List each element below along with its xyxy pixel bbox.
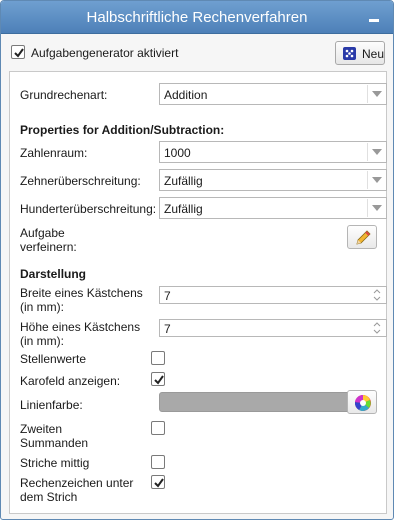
collapse-button[interactable] bbox=[365, 7, 383, 27]
generator-checkbox[interactable] bbox=[11, 45, 25, 59]
color-wheel-icon bbox=[354, 394, 371, 411]
stellenwerte-checkbox[interactable] bbox=[151, 351, 165, 365]
chevron-down-icon bbox=[367, 85, 385, 103]
chevron-down-icon bbox=[367, 171, 385, 189]
generator-label: Aufgabengenerator aktiviert bbox=[31, 46, 179, 60]
breite-spinner[interactable]: 7 bbox=[159, 286, 387, 304]
karofeld-label: Karofeld anzeigen: bbox=[20, 374, 121, 388]
zahlenraum-select[interactable]: 1000 bbox=[159, 141, 387, 163]
spin-arrows-icon bbox=[369, 287, 385, 303]
new-task-button[interactable]: Neu bbox=[335, 41, 385, 65]
hoehe-value: 7 bbox=[164, 322, 171, 336]
checkmark-icon bbox=[154, 375, 164, 385]
properties-heading: Properties for Addition/Subtraction: bbox=[20, 123, 225, 137]
zehner-select[interactable]: Zufällig bbox=[159, 169, 387, 191]
color-picker-button[interactable] bbox=[347, 390, 377, 414]
line-color-field[interactable] bbox=[159, 392, 351, 412]
hoehe-label: Höhe eines Kästchens (in mm): bbox=[20, 320, 141, 348]
zahlenraum-value: 1000 bbox=[164, 146, 191, 160]
zweiten-label: Zweiten Summanden bbox=[20, 422, 89, 450]
zehner-value: Zufällig bbox=[164, 174, 203, 188]
dice-icon bbox=[343, 47, 356, 60]
grundrechenart-select[interactable]: Addition bbox=[159, 83, 387, 105]
verfeinern-label: Aufgabe verfeinern: bbox=[20, 226, 77, 254]
darstellung-heading: Darstellung bbox=[20, 267, 87, 281]
new-button-label: Neu bbox=[362, 47, 385, 61]
breite-label: Breite eines Kästchens (in mm): bbox=[20, 286, 143, 314]
zehner-label: Zehnerüberschreitung: bbox=[20, 174, 141, 188]
chevron-down-icon bbox=[367, 143, 385, 161]
title-bar: Halbschriftliche Rechenverfahren bbox=[1, 1, 393, 34]
linienfarbe-label: Linienfarbe: bbox=[20, 398, 83, 412]
stellenwerte-label: Stellenwerte bbox=[20, 352, 87, 366]
grundrechenart-value: Addition bbox=[164, 88, 208, 102]
hoehe-spinner[interactable]: 7 bbox=[159, 319, 387, 337]
minus-icon bbox=[369, 19, 379, 22]
widget-panel: Halbschriftliche Rechenverfahren Aufgabe… bbox=[0, 0, 394, 520]
settings-area: Grundrechenart: Addition Properties for … bbox=[9, 71, 387, 514]
hunderter-value: Zufällig bbox=[164, 202, 203, 216]
zahlenraum-label: Zahlenraum: bbox=[20, 146, 88, 160]
checkmark-icon bbox=[154, 478, 164, 488]
pencil-icon bbox=[356, 230, 371, 245]
spin-arrows-icon bbox=[369, 320, 385, 336]
breite-value: 7 bbox=[164, 289, 171, 303]
hunderter-label: Hunderterüberschreitung: bbox=[20, 202, 157, 216]
chevron-down-icon bbox=[367, 199, 385, 217]
panel-title: Halbschriftliche Rechenverfahren bbox=[86, 9, 308, 26]
grundrechenart-label: Grundrechenart: bbox=[20, 88, 108, 102]
zweiten-checkbox[interactable] bbox=[151, 421, 165, 435]
karofeld-checkbox[interactable] bbox=[151, 372, 165, 386]
striche-label: Striche mittig bbox=[20, 456, 90, 470]
edit-task-button[interactable] bbox=[347, 225, 377, 249]
rechenzeichen-label: Rechenzeichen unter dem Strich bbox=[20, 476, 134, 504]
checkmark-icon bbox=[14, 48, 24, 58]
hunderter-select[interactable]: Zufällig bbox=[159, 197, 387, 219]
rechenzeichen-checkbox[interactable] bbox=[151, 475, 165, 489]
striche-checkbox[interactable] bbox=[151, 455, 165, 469]
